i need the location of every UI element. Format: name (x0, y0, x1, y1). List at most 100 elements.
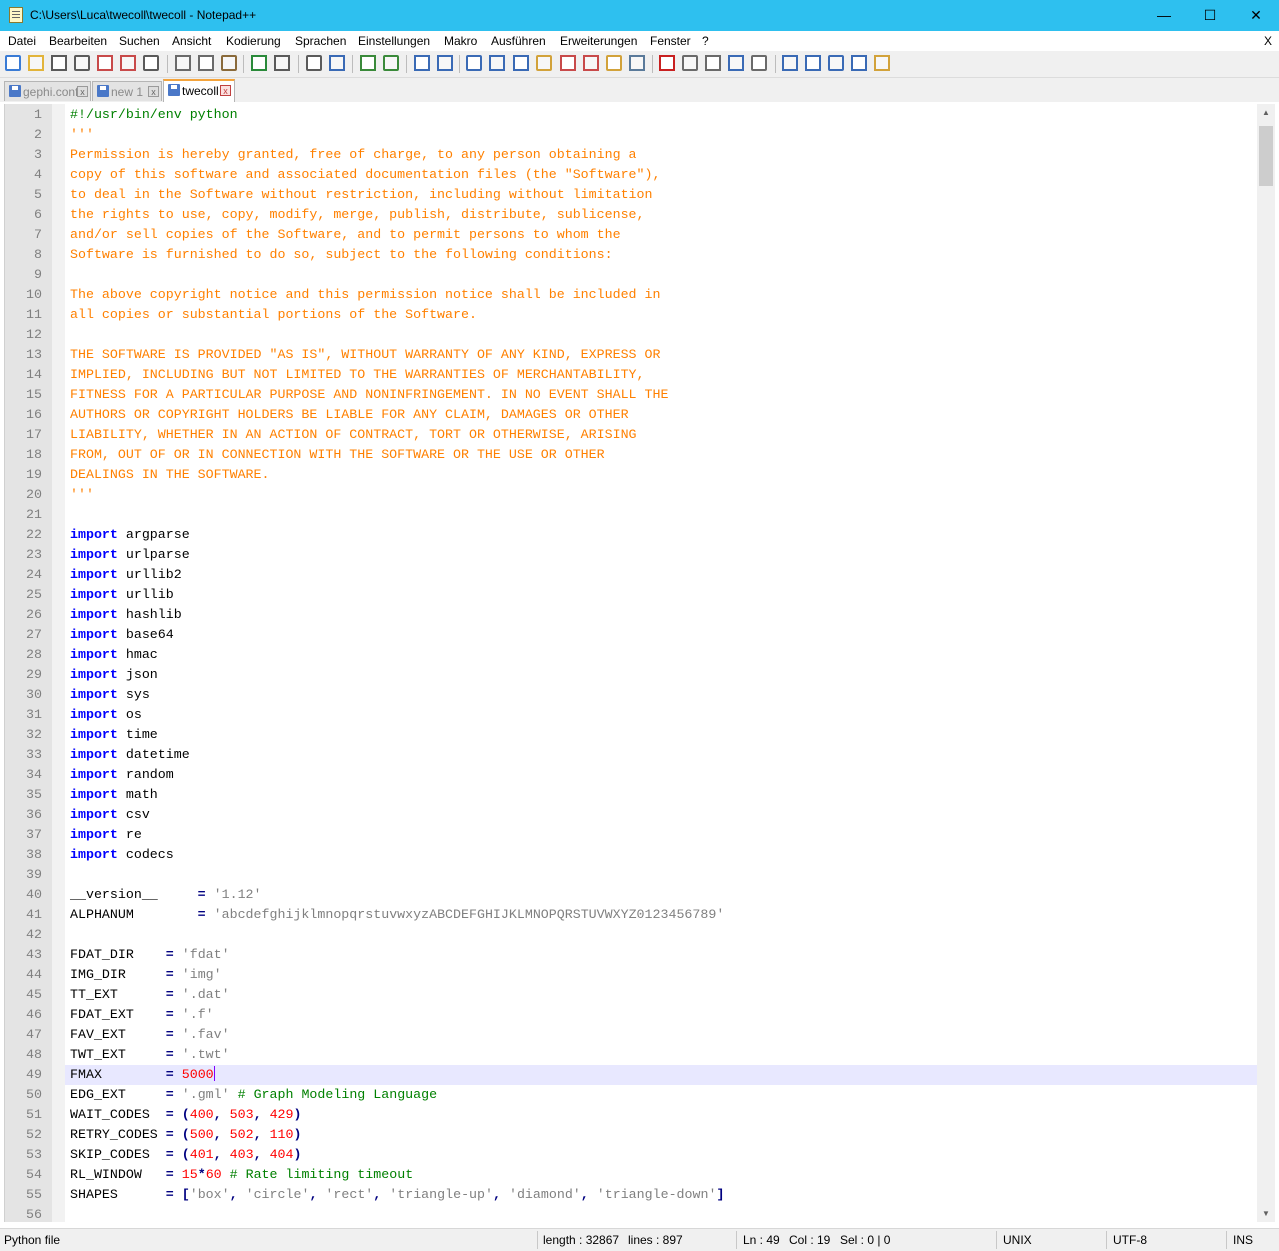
code-line[interactable]: 36 import csv (26, 805, 1258, 825)
open-file-icon[interactable] (28, 55, 44, 71)
code-line[interactable]: 50 EDG_EXT = '.gml' # Graph Modeling Lang… (26, 1085, 1258, 1105)
code-line[interactable]: 39 (26, 865, 1258, 885)
replace-icon[interactable] (329, 55, 345, 71)
code-line[interactable]: 16 AUTHORS OR COPYRIGHT HOLDERS BE LIABLE… (26, 405, 1258, 425)
code-line[interactable]: 29 import json (26, 665, 1258, 685)
code-line[interactable]: 35 import math (26, 785, 1258, 805)
code-line[interactable]: 40 __version__ = '1.12' (26, 885, 1258, 905)
print-icon[interactable] (143, 55, 159, 71)
paste-icon[interactable] (221, 55, 237, 71)
menu-erweiterungen[interactable]: Erweiterungen (560, 34, 637, 48)
code-line[interactable]: 28 import hmac (26, 645, 1258, 665)
trim-icon[interactable] (782, 55, 798, 71)
menu-kodierung[interactable]: Kodierung (226, 34, 281, 48)
menu-datei[interactable]: Datei (8, 34, 36, 48)
menu-ansicht[interactable]: Ansicht (172, 34, 211, 48)
code-editor[interactable]: 1 #!/usr/bin/env python 2 ''' 3 Permission is… (4, 104, 1258, 1222)
code-line[interactable]: 12 (26, 325, 1258, 345)
tab-twecoll[interactable]: twecoll x (163, 79, 235, 102)
close-all-icon[interactable] (120, 55, 136, 71)
save-icon[interactable] (51, 55, 67, 71)
new-file-icon[interactable] (5, 55, 21, 71)
cut-icon[interactable] (175, 55, 191, 71)
code-line[interactable]: 37 import re (26, 825, 1258, 845)
code-line[interactable]: 13 THE SOFTWARE IS PROVIDED "AS IS", WITH… (26, 345, 1258, 365)
code-line[interactable]: 22 import argparse (26, 525, 1258, 545)
code-line[interactable]: 10 The above copyright notice and this pe… (26, 285, 1258, 305)
play-macro-icon[interactable] (705, 55, 721, 71)
code-line[interactable]: 51 WAIT_CODES = (400, 503, 429) (26, 1105, 1258, 1125)
code-line[interactable]: 14 IMPLIED, INCLUDING BUT NOT LIMITED TO … (26, 365, 1258, 385)
code-line[interactable]: 18 FROM, OUT OF OR IN CONNECTION WITH THE… (26, 445, 1258, 465)
scroll-up-icon[interactable]: ▲ (1257, 104, 1275, 121)
code-line[interactable]: 19 DEALINGS IN THE SOFTWARE. (26, 465, 1258, 485)
code-line[interactable]: 6 the rights to use, copy, modify, merge,… (34, 205, 1258, 225)
menu-suchen[interactable]: Suchen (119, 34, 160, 48)
code-line[interactable]: 9 (34, 265, 1258, 285)
close-button[interactable]: ✕ (1233, 0, 1279, 31)
move-up-icon[interactable] (805, 55, 821, 71)
doc-map-icon[interactable] (560, 55, 576, 71)
save-macro-icon[interactable] (751, 55, 767, 71)
scroll-down-icon[interactable]: ▼ (1257, 1205, 1275, 1222)
show-all-chars-icon[interactable] (489, 55, 505, 71)
code-line[interactable]: 32 import time (26, 725, 1258, 745)
code-line[interactable]: 43 FDAT_DIR = 'fdat' (26, 945, 1258, 965)
word-wrap-icon[interactable] (466, 55, 482, 71)
folder-workspace-icon[interactable] (606, 55, 622, 71)
code-line[interactable]: 44 IMG_DIR = 'img' (26, 965, 1258, 985)
menu-einstellungen[interactable]: Einstellungen (358, 34, 430, 48)
menu-fenster[interactable]: Fenster (650, 34, 691, 48)
tab-new-1[interactable]: new 1 x (92, 81, 162, 101)
language-icon[interactable] (536, 55, 552, 71)
code-line[interactable]: 24 import urllib2 (26, 565, 1258, 585)
menu-makro[interactable]: Makro (444, 34, 477, 48)
run-macro-multiple-icon[interactable] (728, 55, 744, 71)
code-line[interactable]: 55 SHAPES = ['box', 'circle', 'rect', 'tr… (26, 1185, 1258, 1205)
menu-sprachen[interactable]: Sprachen (295, 34, 346, 48)
zoom-out-icon[interactable] (383, 55, 399, 71)
save-all-icon[interactable] (74, 55, 90, 71)
code-line[interactable]: 48 TWT_EXT = '.twt' (26, 1045, 1258, 1065)
code-line[interactable]: 38 import codecs (26, 845, 1258, 865)
code-line[interactable]: 53 SKIP_CODES = (401, 403, 404) (26, 1145, 1258, 1165)
code-line[interactable]: 34 import random (26, 765, 1258, 785)
code-line[interactable]: 21 (26, 505, 1258, 525)
menu-help[interactable]: ? (702, 34, 709, 48)
tab-close-icon[interactable]: x (77, 86, 88, 97)
redo-icon[interactable] (274, 55, 290, 71)
code-line[interactable]: 41 ALPHANUM = 'abcdefghijklmnopqrstuvwxyz… (26, 905, 1258, 925)
move-down-icon[interactable] (828, 55, 844, 71)
record-macro-icon[interactable] (659, 55, 675, 71)
indent-guide-icon[interactable] (513, 55, 529, 71)
code-line[interactable]: 23 import urlparse (26, 545, 1258, 565)
monitoring-icon[interactable] (629, 55, 645, 71)
code-line[interactable]: 56 (26, 1205, 1258, 1222)
tab-close-icon[interactable]: x (148, 86, 159, 97)
close-icon[interactable] (97, 55, 113, 71)
code-line[interactable]: 46 FDAT_EXT = '.f' (26, 1005, 1258, 1025)
code-line[interactable]: 30 import sys (26, 685, 1258, 705)
code-area[interactable]: 1 #!/usr/bin/env python 2 ''' 3 Permission is… (26, 105, 1258, 1222)
code-line[interactable]: 42 (26, 925, 1258, 945)
code-line[interactable]: 7 and/or sell copies of the Software, and… (34, 225, 1258, 245)
code-line[interactable]: 54 RL_WINDOW = 15*60 # Rate limiting time… (26, 1165, 1258, 1185)
code-line[interactable]: 17 LIABILITY, WHETHER IN AN ACTION OF CON… (26, 425, 1258, 445)
scroll-thumb[interactable] (1259, 126, 1273, 186)
code-line[interactable]: 4 copy of this software and associated do… (34, 165, 1258, 185)
menu-ausfuehren[interactable]: Ausführen (491, 34, 546, 48)
minimize-button[interactable]: — (1141, 0, 1187, 31)
fold-margin[interactable] (52, 104, 65, 1222)
function-list-icon[interactable] (583, 55, 599, 71)
maximize-button[interactable]: ☐ (1187, 0, 1233, 31)
sort-icon[interactable] (851, 55, 867, 71)
plugin-icon[interactable] (874, 55, 890, 71)
code-line[interactable]: 15 FITNESS FOR A PARTICULAR PURPOSE AND N… (26, 385, 1258, 405)
sync-vertical-icon[interactable] (414, 55, 430, 71)
code-line[interactable]: 2 ''' (34, 125, 1258, 145)
code-line[interactable]: 27 import base64 (26, 625, 1258, 645)
code-line[interactable]: 26 import hashlib (26, 605, 1258, 625)
sync-horizontal-icon[interactable] (437, 55, 453, 71)
vertical-scrollbar[interactable]: ▲ ▼ (1257, 104, 1275, 1222)
code-line[interactable]: 47 FAV_EXT = '.fav' (26, 1025, 1258, 1045)
